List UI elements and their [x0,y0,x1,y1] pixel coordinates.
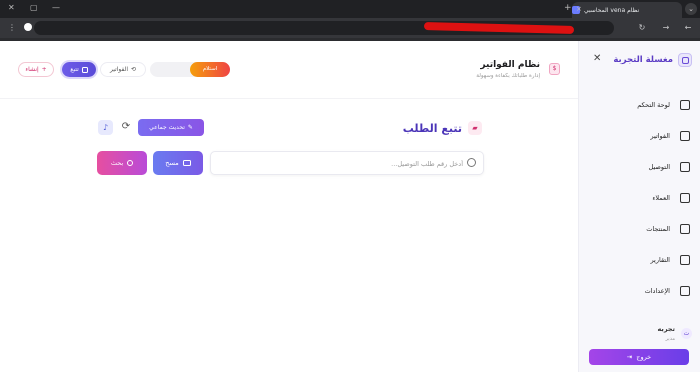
bulk-update-button[interactable]: ✎ تحديث جماعي [138,119,204,136]
tracking-search-input[interactable] [217,156,463,171]
header-divider [0,98,578,99]
sidebar-item-customers[interactable]: العملاء [584,189,694,207]
tab-search-button[interactable]: ⌄ [685,3,697,15]
file-icon [680,131,690,141]
notifications-button[interactable]: ♪ [98,120,113,135]
tracking-search-field[interactable] [210,151,484,175]
user-profile[interactable]: ت تجربه مدير [657,324,692,342]
new-tab-button[interactable]: + [564,3,572,13]
browser-tab[interactable]: × نظام vena المحاسبي [572,2,682,18]
camera-icon [182,160,191,166]
sidebar-item-invoices[interactable]: الفواتير [584,127,694,145]
users-icon [680,193,690,203]
browser-tab-bar: ✕ ▢ — + × نظام vena المحاسبي ⌄ [0,0,700,18]
sidebar-item-reports[interactable]: التقارير [584,251,694,269]
address-bar[interactable] [34,21,614,35]
track-button-label: تتبع [70,66,79,73]
chart-icon [680,255,690,265]
kebab-menu-icon[interactable]: ⋮ [6,22,18,34]
invoices-button[interactable]: ⟲ الفواتير [100,62,146,77]
gear-icon [680,286,690,296]
create-button-label: إنشاء [25,66,39,73]
truck-icon: ▰ [468,121,482,135]
scan-button[interactable]: مسح [153,151,203,175]
page-subtitle: إدارة طلباتك بكفاءة وسهولة [476,73,540,79]
forward-icon[interactable]: → [660,22,672,34]
refresh-icon: ⟳ [121,121,131,132]
profile-avatar-icon[interactable] [24,23,32,31]
sidebar-item-label: لوحة التحكم [637,101,670,109]
avatar: ت [681,327,692,339]
browser-toolbar: ⋮ ↻ → ← [0,18,700,38]
bulk-update-label: تحديث جماعي [149,124,185,131]
window-close-button[interactable]: ✕ [8,3,15,12]
invoices-button-label: الفواتير [109,66,129,73]
sidebar-title: مغسلة التجربة [613,55,673,65]
user-name: تجربه [657,325,675,333]
create-button[interactable]: + إنشاء [18,62,54,77]
tracking-title-text: تتبع الطلب [402,121,462,135]
invoice-logo-icon: $ [549,63,560,75]
history-icon: ⟲ [131,66,137,73]
window-restore-button[interactable]: ▢ [30,3,38,12]
sidebar-item-label: التوصيل [648,163,670,171]
search-button[interactable]: بحث [97,151,147,175]
logout-label: خروج [636,353,652,361]
sidebar: مغسلة التجربة ✕ لوحة التحكم الفواتير الت… [578,41,700,372]
search-icon [467,158,476,167]
plus-icon: + [41,66,47,73]
sidebar-item-dashboard[interactable]: لوحة التحكم [584,96,694,114]
sidebar-header: مغسلة التجربة [613,53,692,67]
redacted-url [423,22,575,34]
store-logo-icon [678,53,692,67]
sidebar-item-delivery[interactable]: التوصيل [584,158,694,176]
page-title: نظام الفواتير [480,60,540,70]
truck-icon [81,66,88,73]
tab-close-icon[interactable]: × [576,5,582,13]
reload-icon[interactable]: ↻ [636,22,648,34]
bell-icon: ♪ [102,123,109,132]
home-icon [680,100,690,110]
sidebar-item-label: التقارير [650,256,670,264]
sidebar-item-settings[interactable]: الإعدادات [584,282,694,300]
refresh-button[interactable]: ⟳ [119,120,133,134]
scan-button-label: مسح [165,159,179,167]
sidebar-item-label: العملاء [652,194,670,202]
tab-title: نظام vena المحاسبي [584,6,640,14]
cubes-icon [680,224,690,234]
search-button-label: بحث [110,159,124,167]
user-role: مدير [665,336,675,342]
sidebar-item-label: الفواتير [650,132,670,140]
logout-button[interactable]: خروج ⇥ [589,349,689,365]
app-header: $ نظام الفواتير إدارة طلباتك بكفاءة وسهو… [0,41,578,99]
sidebar-item-label: المنتجات [646,225,670,233]
edit-icon: ✎ [187,124,193,131]
window-minimize-button[interactable]: — [52,3,60,12]
status-toggle[interactable]: استلام [150,62,230,77]
close-icon[interactable]: ✕ [593,53,601,64]
sidebar-item-label: الإعدادات [644,287,670,295]
tracking-title: ▰ تتبع الطلب [403,121,482,135]
back-icon[interactable]: ← [682,22,694,34]
sidebar-item-products[interactable]: المنتجات [584,220,694,238]
search-icon [127,160,134,166]
truck-icon [680,162,690,172]
status-badge: استلام [190,62,230,77]
track-button[interactable]: تتبع [62,62,96,77]
logout-icon: ⇥ [626,353,633,361]
